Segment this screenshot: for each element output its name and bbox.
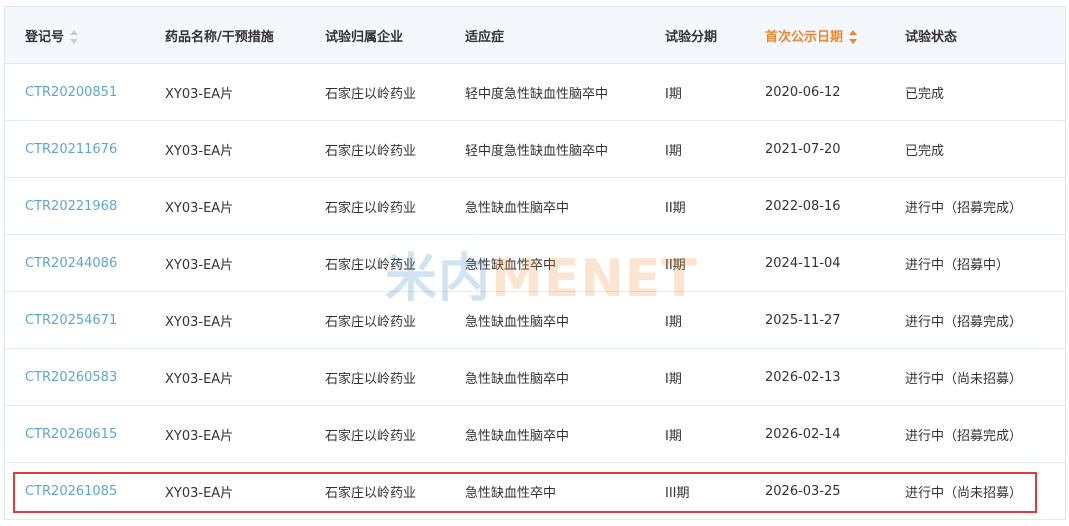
- table-row: CTR20200851 XY03-EA片 石家庄以岭药业 轻中度急性缺血性脑卒中 I期 2…: [5, 64, 1065, 121]
- sort-icon[interactable]: [849, 30, 858, 44]
- column-header-phase: 试验分期: [645, 26, 745, 45]
- cell-sponsor: 石家庄以岭药业: [325, 257, 417, 273]
- column-header-label: 试验分期: [665, 29, 718, 45]
- column-header-status: 试验状态: [885, 26, 1065, 45]
- registration-link[interactable]: CTR20260583: [5, 370, 145, 385]
- table-body: CTR20200851 XY03-EA片 石家庄以岭药业 轻中度急性缺血性脑卒中 I期 2…: [5, 64, 1065, 520]
- cell-drug-name: XY03-EA片: [165, 485, 234, 501]
- cell-indication: 轻中度急性缺血性脑卒中: [465, 143, 609, 159]
- cell-drug-name: XY03-EA片: [165, 200, 234, 216]
- registration-link[interactable]: CTR20254671: [5, 313, 145, 328]
- cell-indication: 急性缺血性卒中: [465, 485, 557, 501]
- cell-indication: 急性缺血性脑卒中: [465, 371, 570, 387]
- table-row: CTR20261085 XY03-EA片 石家庄以岭药业 急性缺血性卒中 III期 202…: [5, 463, 1065, 520]
- cell-drug-name: XY03-EA片: [165, 314, 234, 330]
- cell-status: 已完成: [905, 143, 945, 159]
- registration-link[interactable]: CTR20244086: [5, 256, 145, 271]
- cell-indication: 急性缺血性脑卒中: [465, 314, 570, 330]
- cell-sponsor: 石家庄以岭药业: [325, 428, 417, 444]
- cell-indication: 急性缺血性卒中: [465, 257, 557, 273]
- cell-phase: I期: [665, 143, 682, 159]
- cell-status: 已完成: [905, 86, 945, 102]
- cell-sponsor: 石家庄以岭药业: [325, 371, 417, 387]
- cell-first-publish-date: 2026-02-13: [765, 369, 841, 385]
- table-row: CTR20244086 XY03-EA片 石家庄以岭药业 急性缺血性卒中 II期 2024…: [5, 235, 1065, 292]
- column-header-label: 适应症: [465, 29, 505, 45]
- registration-link[interactable]: CTR20200851: [5, 85, 145, 100]
- table-row: CTR20221968 XY03-EA片 石家庄以岭药业 急性缺血性脑卒中 II期 202…: [5, 178, 1065, 235]
- cell-drug-name: XY03-EA片: [165, 371, 234, 387]
- cell-sponsor: 石家庄以岭药业: [325, 143, 417, 159]
- column-header-drug-name: 药品名称/干预措施: [145, 26, 305, 45]
- cell-first-publish-date: 2026-03-25: [765, 483, 841, 499]
- registration-link[interactable]: CTR20261085: [5, 484, 145, 499]
- column-header-label: 登记号: [25, 29, 65, 45]
- cell-status: 进行中（招募完成）: [905, 428, 1023, 444]
- cell-phase: I期: [665, 314, 682, 330]
- cell-first-publish-date: 2022-08-16: [765, 198, 841, 214]
- cell-status: 进行中（招募中）: [905, 257, 1010, 273]
- cell-first-publish-date: 2024-11-04: [765, 255, 841, 271]
- cell-sponsor: 石家庄以岭药业: [325, 485, 417, 501]
- cell-phase: II期: [665, 257, 686, 273]
- sort-up-arrow-icon[interactable]: [849, 30, 858, 35]
- column-header-first-publish-date[interactable]: 首次公示日期: [745, 26, 885, 45]
- cell-indication: 急性缺血性脑卒中: [465, 200, 570, 216]
- sort-down-arrow-icon[interactable]: [70, 39, 79, 44]
- cell-drug-name: XY03-EA片: [165, 86, 234, 102]
- column-header-label: 首次公示日期: [765, 29, 844, 45]
- cell-phase: I期: [665, 86, 682, 102]
- table-row: CTR20260615 XY03-EA片 石家庄以岭药业 急性缺血性脑卒中 I期 2026…: [5, 406, 1065, 463]
- cell-first-publish-date: 2026-02-14: [765, 426, 841, 442]
- registration-link[interactable]: CTR20221968: [5, 199, 145, 214]
- trial-table: 登记号 药品名称/干预措施 试验归属企业 适应症 试验分期 首次公示日期 试验状态 CTR2…: [4, 6, 1066, 520]
- cell-drug-name: XY03-EA片: [165, 428, 234, 444]
- cell-sponsor: 石家庄以岭药业: [325, 200, 417, 216]
- cell-first-publish-date: 2020-06-12: [765, 84, 841, 100]
- registration-link[interactable]: CTR20211676: [5, 142, 145, 157]
- table-row: CTR20260583 XY03-EA片 石家庄以岭药业 急性缺血性脑卒中 I期 2026…: [5, 349, 1065, 406]
- sort-down-arrow-icon[interactable]: [849, 39, 858, 44]
- column-header-indication: 适应症: [445, 26, 645, 45]
- cell-phase: III期: [665, 485, 690, 501]
- cell-status: 进行中（招募完成）: [905, 314, 1023, 330]
- column-header-registration-no[interactable]: 登记号: [5, 26, 145, 45]
- cell-phase: I期: [665, 428, 682, 444]
- table-header: 登记号 药品名称/干预措施 试验归属企业 适应症 试验分期 首次公示日期 试验状态: [5, 7, 1065, 64]
- sort-up-arrow-icon[interactable]: [70, 30, 79, 35]
- cell-indication: 急性缺血性脑卒中: [465, 428, 570, 444]
- table-row: CTR20254671 XY03-EA片 石家庄以岭药业 急性缺血性脑卒中 I期 2025…: [5, 292, 1065, 349]
- cell-indication: 轻中度急性缺血性脑卒中: [465, 86, 609, 102]
- cell-phase: II期: [665, 200, 686, 216]
- column-header-label: 药品名称/干预措施: [165, 29, 274, 45]
- cell-drug-name: XY03-EA片: [165, 143, 234, 159]
- cell-status: 进行中（招募完成）: [905, 200, 1023, 216]
- cell-status: 进行中（尚未招募）: [905, 485, 1023, 501]
- cell-sponsor: 石家庄以岭药业: [325, 86, 417, 102]
- cell-first-publish-date: 2025-11-27: [765, 312, 841, 328]
- column-header-label: 试验状态: [905, 29, 958, 45]
- table-row: CTR20211676 XY03-EA片 石家庄以岭药业 轻中度急性缺血性脑卒中 I期 2…: [5, 121, 1065, 178]
- registration-link[interactable]: CTR20260615: [5, 427, 145, 442]
- column-header-label: 试验归属企业: [325, 29, 404, 45]
- cell-status: 进行中（尚未招募）: [905, 371, 1023, 387]
- cell-sponsor: 石家庄以岭药业: [325, 314, 417, 330]
- cell-phase: I期: [665, 371, 682, 387]
- sort-icon[interactable]: [70, 30, 79, 44]
- cell-first-publish-date: 2021-07-20: [765, 141, 841, 157]
- column-header-sponsor: 试验归属企业: [305, 26, 445, 45]
- cell-drug-name: XY03-EA片: [165, 257, 234, 273]
